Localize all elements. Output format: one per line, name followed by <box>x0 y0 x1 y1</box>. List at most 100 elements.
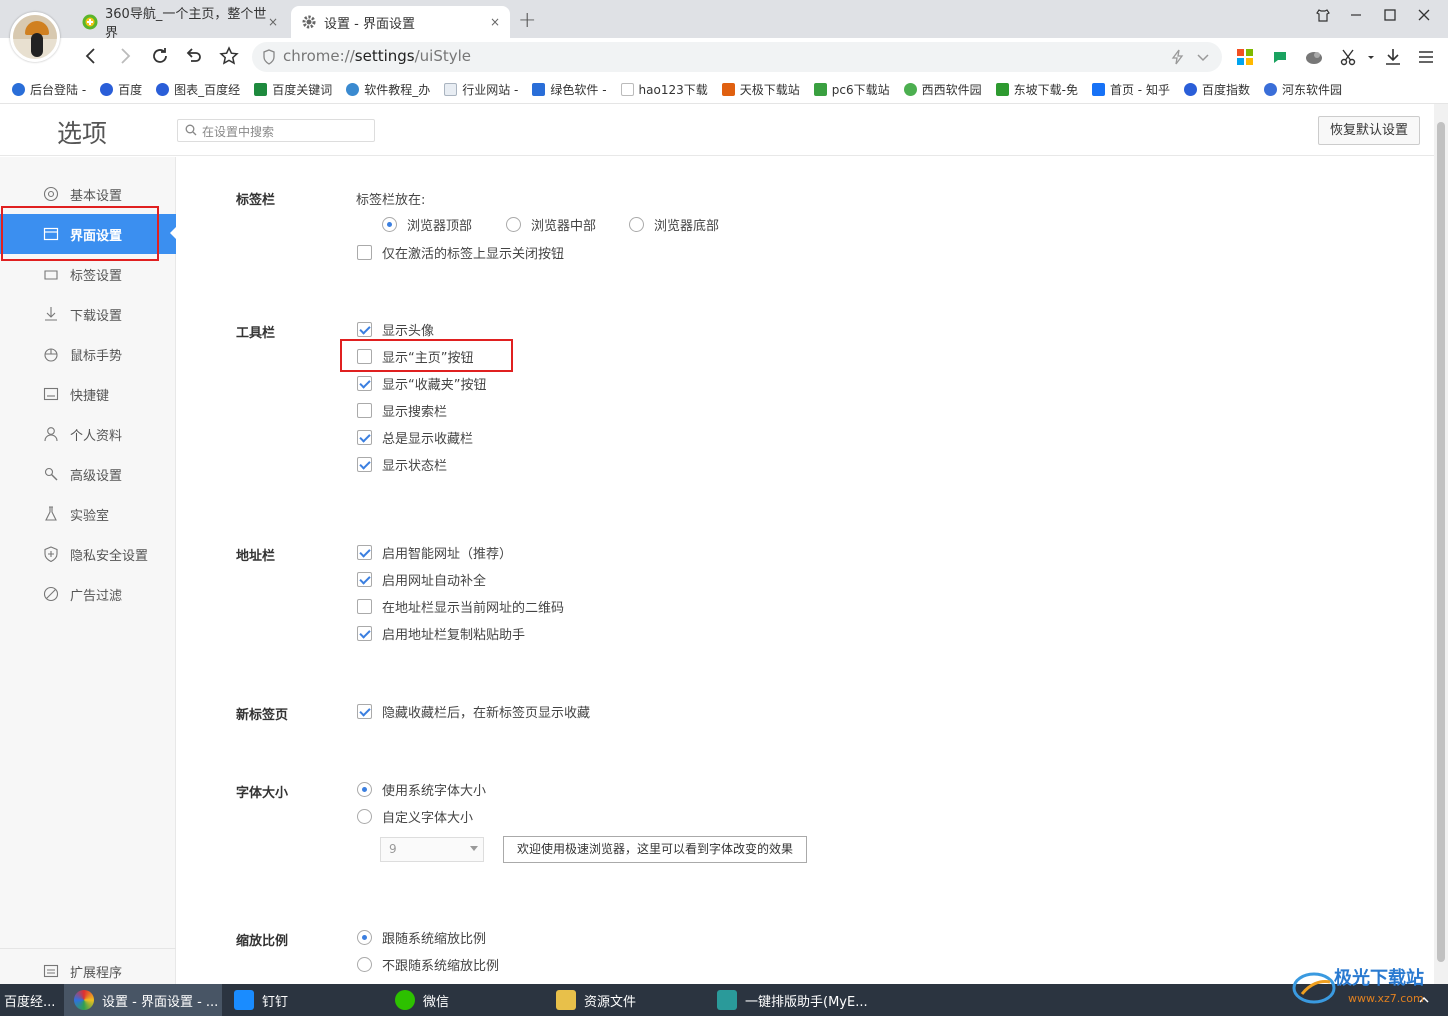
checkbox-url-autocomplete[interactable]: 启用网址自动补全 <box>357 570 486 589</box>
sidebar-item-mouse-gestures[interactable]: 鼠标手势 <box>0 334 176 374</box>
bookmark-item[interactable]: 西西软件园 <box>903 81 982 98</box>
bookmark-item[interactable]: 百度指数 <box>1183 81 1250 98</box>
taskbar-item[interactable]: 百度经... <box>0 984 62 1016</box>
skin-icon[interactable] <box>1310 8 1336 26</box>
checkbox-always-show-bookmarks[interactable]: 总是显示收藏栏 <box>357 428 473 447</box>
checkbox[interactable] <box>357 322 372 337</box>
checkbox[interactable] <box>357 626 372 641</box>
sidebar-item-privacy[interactable]: 隐私安全设置 <box>0 534 176 574</box>
bookmark-star-icon[interactable] <box>217 46 241 69</box>
new-tab-button[interactable]: + <box>518 8 536 33</box>
checkbox[interactable] <box>357 599 372 614</box>
radio-follow-system-zoom[interactable]: 跟随系统缩放比例 <box>357 928 486 947</box>
download-icon[interactable] <box>1383 47 1403 67</box>
tab-settings[interactable]: 设置 - 界面设置 × <box>291 6 510 38</box>
zhihu-icon <box>1091 83 1105 96</box>
radio-button[interactable] <box>382 217 397 232</box>
radio-button[interactable] <box>357 809 372 824</box>
checkbox-show-status-bar[interactable]: 显示状态栏 <box>357 455 447 474</box>
apps-icon[interactable] <box>1235 47 1255 67</box>
block-icon <box>43 586 59 602</box>
bookmark-item[interactable]: 软件教程_办 <box>346 81 430 98</box>
bookmark-item[interactable]: 行业网站 - <box>444 81 518 98</box>
bookmark-item[interactable]: 天极下载站 <box>721 81 800 98</box>
radio-custom-font-size[interactable]: 自定义字体大小 <box>357 807 473 826</box>
sidebar-item-shortcuts[interactable]: 快捷键 <box>0 374 176 414</box>
font-size-select[interactable]: 9 <box>380 837 484 862</box>
radio-button[interactable] <box>629 217 644 232</box>
radio-button[interactable] <box>506 217 521 232</box>
radio-system-font-size[interactable]: 使用系统字体大小 <box>357 780 486 799</box>
checkbox-show-search-bar[interactable]: 显示搜索栏 <box>357 401 447 420</box>
svg-text:极光下载站: 极光下载站 <box>1334 967 1424 989</box>
avatar[interactable] <box>10 12 60 62</box>
undo-close-icon[interactable] <box>182 46 206 69</box>
minimize-icon[interactable] <box>1343 8 1369 26</box>
user-icon <box>43 426 59 442</box>
bookmark-item[interactable]: 图表_百度经 <box>156 81 240 98</box>
radio-tabbar-top[interactable]: 浏览器顶部 <box>382 215 472 234</box>
menu-icon[interactable] <box>1416 47 1436 67</box>
forward-icon[interactable] <box>113 46 137 69</box>
maximize-icon[interactable] <box>1377 8 1403 26</box>
scrollbar-thumb[interactable] <box>1437 122 1445 962</box>
sidebar-item-advanced[interactable]: 高级设置 <box>0 454 176 494</box>
reload-icon[interactable] <box>148 46 172 69</box>
radio-tabbar-middle[interactable]: 浏览器中部 <box>506 215 596 234</box>
tab-360-nav[interactable]: 360导航_一个主页，整个世界 × <box>72 6 288 41</box>
game-icon[interactable] <box>1304 47 1324 67</box>
checkbox-newtab-show-favorites[interactable]: 隐藏收藏栏后，在新标签页显示收藏 <box>357 702 590 721</box>
chevron-down-icon[interactable] <box>1361 47 1381 67</box>
taskbar-item[interactable]: 资源文件 <box>556 984 696 1016</box>
radio-tabbar-bottom[interactable]: 浏览器底部 <box>629 215 719 234</box>
bookmark-item[interactable]: 后台登陆 - <box>12 81 86 98</box>
highlight-box-home-button <box>340 339 513 372</box>
taskbar-item-active[interactable]: 设置 - 界面设置 - ... <box>64 984 222 1016</box>
close-tab-icon[interactable]: × <box>268 15 278 29</box>
bookmark-item[interactable]: 百度关键词 <box>254 81 332 98</box>
chevron-down-icon[interactable] <box>1193 47 1213 67</box>
bookmark-item[interactable]: hao123下载 <box>620 81 708 98</box>
taskbar-item[interactable]: 钉钉 <box>234 984 374 1016</box>
checkbox[interactable] <box>357 245 372 260</box>
checkbox-paste-helper[interactable]: 启用地址栏复制粘贴助手 <box>357 624 525 643</box>
checkbox[interactable] <box>357 403 372 418</box>
address-url[interactable]: chrome://settings/uiStyle <box>283 47 471 65</box>
checkbox-close-on-active[interactable]: 仅在激活的标签上显示关闭按钮 <box>357 243 564 262</box>
radio-button[interactable] <box>357 930 372 945</box>
checkbox-show-favorites-button[interactable]: 显示“收藏夹”按钮 <box>357 374 486 393</box>
checkbox-show-qr-code[interactable]: 在地址栏显示当前网址的二维码 <box>357 597 564 616</box>
checkbox[interactable] <box>357 430 372 445</box>
close-tab-icon[interactable]: × <box>490 15 500 29</box>
radio-button[interactable] <box>357 782 372 797</box>
sidebar-item-ad-filter[interactable]: 广告过滤 <box>0 574 176 614</box>
sidebar-item-tabs[interactable]: 标签设置 <box>0 254 176 294</box>
checkbox[interactable] <box>357 572 372 587</box>
radio-button[interactable] <box>357 957 372 972</box>
checkbox-smart-url[interactable]: 启用智能网址（推荐） <box>357 543 512 562</box>
bookmark-item[interactable]: 河东软件园 <box>1263 81 1342 98</box>
checkbox[interactable] <box>357 457 372 472</box>
taskbar-item[interactable]: 一键排版助手(MyE... <box>717 984 877 1016</box>
checkbox[interactable] <box>357 376 372 391</box>
back-icon[interactable] <box>79 46 103 69</box>
speed-mode-icon[interactable] <box>1168 47 1188 67</box>
taskbar-item[interactable]: 微信 <box>395 984 535 1016</box>
bookmark-item[interactable]: pc6下载站 <box>813 81 890 98</box>
radio-not-follow-system-zoom[interactable]: 不跟随系统缩放比例 <box>357 955 499 974</box>
search-placeholder: 在设置中搜索 <box>202 125 275 139</box>
bookmark-item[interactable]: 绿色软件 - <box>532 81 607 98</box>
bookmark-item[interactable]: 百度 <box>100 81 142 98</box>
bookmark-item[interactable]: 东坡下载-免 <box>995 81 1078 98</box>
bookmark-item[interactable]: 首页 - 知乎 <box>1091 81 1170 98</box>
checkbox[interactable] <box>357 545 372 560</box>
chat-icon[interactable] <box>1270 47 1290 67</box>
reset-defaults-button[interactable]: 恢复默认设置 <box>1318 116 1420 145</box>
screenshot-scissors-icon[interactable] <box>1338 47 1358 67</box>
close-window-icon[interactable] <box>1411 8 1437 26</box>
sidebar-item-download[interactable]: 下载设置 <box>0 294 176 334</box>
sidebar-item-profile[interactable]: 个人资料 <box>0 414 176 454</box>
checkbox[interactable] <box>357 704 372 719</box>
sidebar-item-lab[interactable]: 实验室 <box>0 494 176 534</box>
checkbox-show-avatar[interactable]: 显示头像 <box>357 320 434 339</box>
